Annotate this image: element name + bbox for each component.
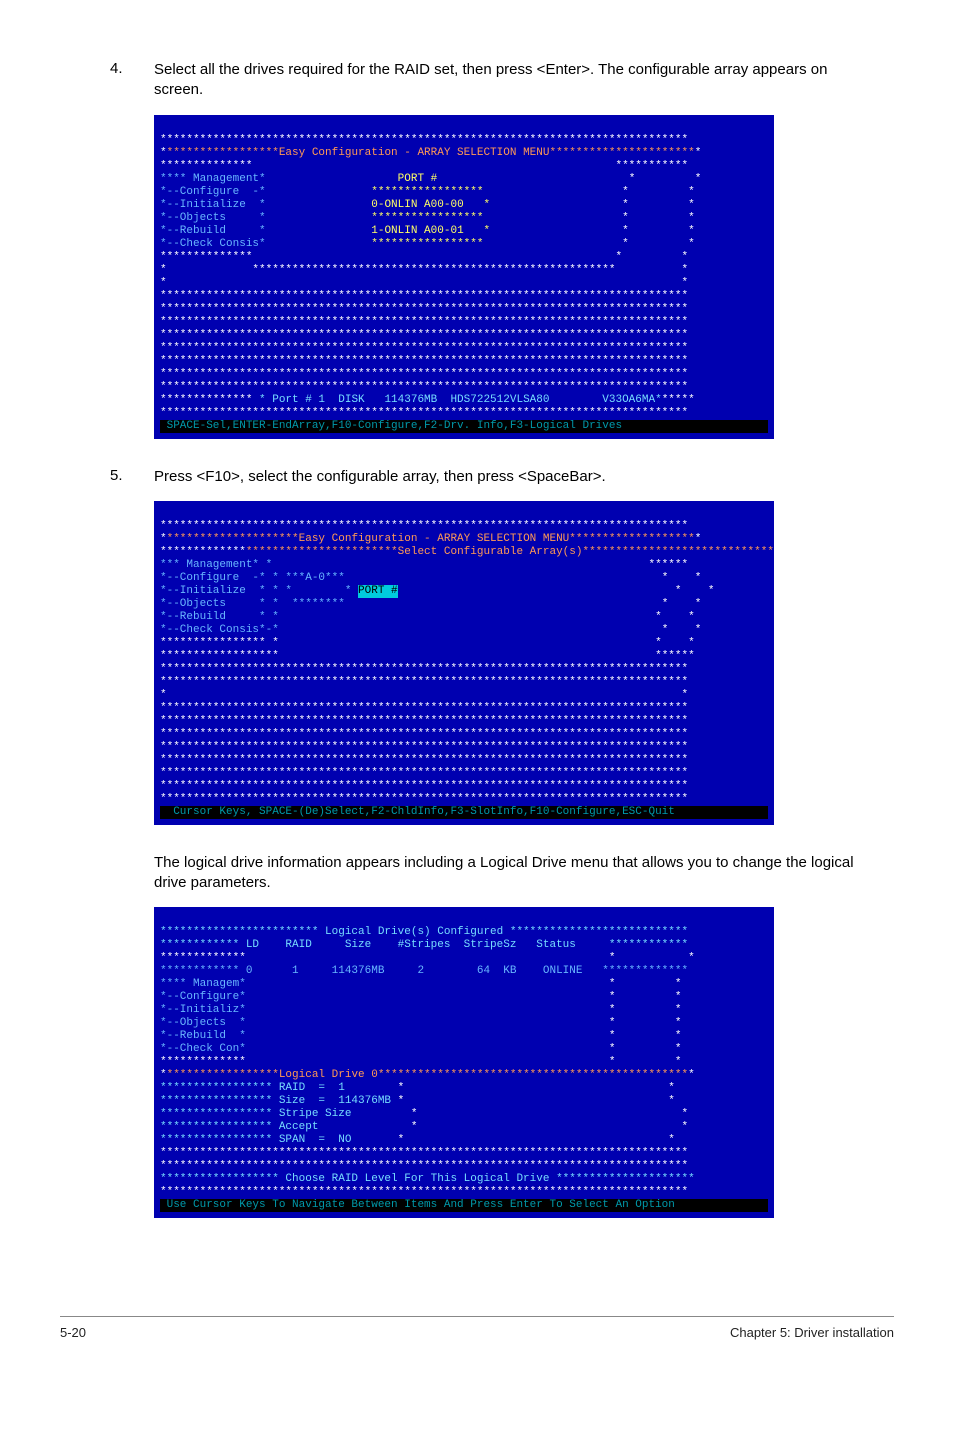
sidebar-item-checkcon: *--Check Con* <box>160 1043 246 1055</box>
sidebar-heading: **** Managem* <box>160 978 246 990</box>
bios-screenshot-3: ************************ Logical Drive(s… <box>154 907 774 1218</box>
instruction-step-5: 5. Press <F10>, select the configurable … <box>110 467 874 487</box>
bios-screenshot-2: ****************************************… <box>154 501 774 825</box>
sidebar-item-initialize: *--Initialize * * * * <box>160 585 351 597</box>
step-text: Press <F10>, select the configurable arr… <box>154 467 606 487</box>
step-number: 4. <box>110 60 154 101</box>
step-text: Select all the drives required for the R… <box>154 60 874 101</box>
sidebar-item-initialize: *--Initializ* <box>160 1004 246 1016</box>
instruction-step-4: 4. Select all the drives required for th… <box>110 60 874 101</box>
sidebar-item-configure: *--Configure -* * ***A-0*** <box>160 572 345 584</box>
chapter-label: Chapter 5: Driver installation <box>730 1325 894 1340</box>
page-number: 5-20 <box>60 1325 86 1340</box>
sidebar-item-objects: *--Objects * <box>160 1017 246 1029</box>
page-footer: 5-20 Chapter 5: Driver installation <box>60 1316 894 1340</box>
ld0-stripe: ***************** Stripe Size <box>160 1108 351 1120</box>
sidebar-item-rebuild: *--Rebuild * <box>160 1030 246 1042</box>
logical-drive-paragraph: The logical drive information appears in… <box>154 853 874 894</box>
step-number: 5. <box>110 467 154 487</box>
ld0-size: ***************** Size = 114376MB <box>160 1095 391 1107</box>
bios-screenshot-1: ****************************************… <box>154 115 774 439</box>
sidebar-item-configure: *--Configure* <box>160 991 246 1003</box>
ld0-span: ***************** SPAN = NO <box>160 1134 351 1146</box>
sidebar-item-objects: *--Objects * * ******** <box>160 598 345 610</box>
portbox: PORT # <box>358 585 398 598</box>
sidebar-item-rebuild: *--Rebuild * * <box>160 611 279 623</box>
ld0-accept: ***************** Accept <box>160 1121 318 1133</box>
ld0-raid: ***************** RAID = 1 <box>160 1082 345 1094</box>
sidebar-item-checkconsis: *--Check Consis*-* <box>160 624 279 636</box>
